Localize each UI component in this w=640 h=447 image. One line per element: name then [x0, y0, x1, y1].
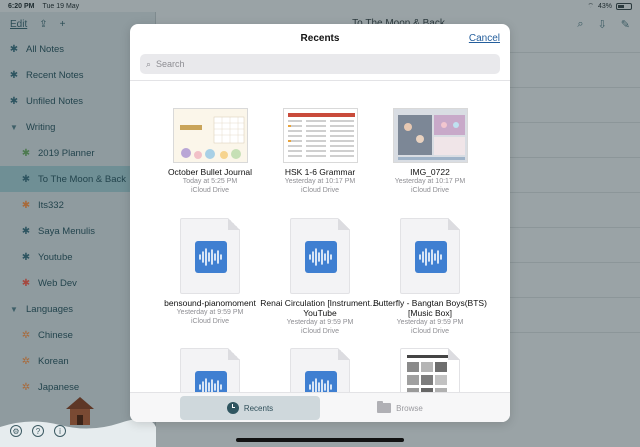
file-location: iCloud Drive — [410, 328, 450, 335]
file-item[interactable]: Butterfly - Bangtan Boys(BTS) [Music Box… — [370, 218, 490, 336]
file-location: iCloud Drive — [190, 318, 230, 325]
file-date: Yesterday at 9:59 PM — [286, 319, 354, 326]
wifi-icon: ⌔ — [587, 2, 594, 10]
divider — [507, 227, 640, 228]
edit-button[interactable]: Edit — [10, 19, 27, 30]
file-thumbnail — [180, 218, 240, 294]
file-item[interactable]: bensound-pianomoment Yesterday at 9:59 P… — [150, 218, 270, 326]
tab-recents[interactable]: Recents — [180, 396, 320, 420]
status-bar: 6:20 PM Tue 19 May ⌔ 43% — [0, 0, 640, 12]
gear-icon: ✲ — [21, 329, 31, 341]
file-date: Yesterday at 9:59 PM — [396, 319, 464, 326]
asterisk-icon: ✱ — [21, 147, 31, 159]
audio-waveform-icon — [305, 241, 337, 273]
file-name: IMG_0722 — [410, 167, 450, 177]
tab-browse-label: Browse — [396, 403, 423, 413]
file-date: Yesterday at 10:17 PM — [394, 178, 466, 185]
file-item[interactable]: HSK 1-6 Grammar Yesterday at 10:17 PM iC… — [260, 108, 380, 195]
asterisk-icon: ✱ — [9, 43, 19, 55]
status-time: 6:20 PM — [8, 2, 35, 10]
help-icon[interactable]: ? — [32, 425, 44, 437]
file-date: Today at 5:25 PM — [182, 178, 238, 185]
divider — [507, 297, 640, 298]
disclosure-caret-icon: ▼ — [10, 122, 18, 132]
file-item[interactable]: Renai Circulation [Instrument...- YouTub… — [260, 218, 380, 336]
file-thumbnail — [290, 348, 350, 396]
file-thumbnail — [290, 218, 350, 294]
file-item[interactable] — [370, 348, 490, 396]
asterisk-icon: ✱ — [21, 225, 31, 237]
recents-modal: Recents Cancel ⌕ Search October Bullet J… — [130, 24, 510, 422]
divider — [507, 157, 640, 158]
file-item[interactable]: IMG_0722 Yesterday at 10:17 PM iCloud Dr… — [370, 108, 490, 195]
disclosure-caret-icon: ▼ — [10, 304, 18, 314]
file-thumbnail — [400, 218, 460, 294]
file-date: Yesterday at 10:17 PM — [284, 178, 356, 185]
divider — [507, 52, 640, 53]
audio-waveform-icon — [415, 241, 447, 273]
recents-grid: October Bullet Journal Today at 5:25 PM … — [130, 108, 510, 396]
asterisk-icon: ✱ — [21, 199, 31, 211]
asterisk-icon: ✱ — [21, 277, 31, 289]
file-item[interactable]: October Bullet Journal Today at 5:25 PM … — [150, 108, 270, 195]
folder-icon — [377, 401, 392, 413]
divider — [507, 87, 640, 88]
battery-percent: 43% — [597, 2, 612, 10]
divider — [507, 192, 640, 193]
home-indicator[interactable] — [236, 438, 404, 442]
add-icon[interactable]: + — [60, 19, 66, 30]
battery-icon — [616, 2, 632, 10]
tab-recents-label: Recents — [243, 403, 274, 413]
file-thumbnail — [392, 108, 468, 163]
compose-icon[interactable]: ✎ — [621, 18, 630, 31]
cancel-button[interactable]: Cancel — [469, 33, 500, 44]
file-thumbnail — [282, 108, 358, 163]
divider — [507, 332, 640, 333]
gear-icon: ✲ — [21, 355, 31, 367]
file-name: October Bullet Journal — [167, 167, 253, 177]
asterisk-icon: ✱ — [9, 69, 19, 81]
file-name: Butterfly - Bangtan Boys(BTS) [Music Box… — [373, 298, 487, 318]
modal-header: Recents — [130, 24, 510, 52]
modal-title: Recents — [300, 32, 340, 44]
file-item[interactable] — [260, 348, 380, 396]
info-icon[interactable]: i — [54, 425, 66, 437]
sidebar-bottom-bar: ⚙ ? i — [0, 423, 156, 439]
asterisk-icon: ✱ — [21, 251, 31, 263]
asterisk-icon: ✱ — [9, 95, 19, 107]
file-thumbnail — [400, 348, 460, 396]
tab-browse[interactable]: Browse — [330, 396, 470, 420]
file-thumbnail — [172, 108, 248, 163]
file-item[interactable] — [150, 348, 270, 396]
file-location: iCloud Drive — [410, 187, 450, 194]
settings-icon[interactable]: ⚙ — [10, 425, 22, 437]
search-bar[interactable]: ⌕ — [140, 54, 500, 74]
clock-icon — [226, 402, 239, 414]
search-icon: ⌕ — [146, 58, 152, 69]
file-thumbnail — [180, 348, 240, 396]
file-name: HSK 1-6 Grammar — [284, 167, 356, 177]
main-toolbar: ⌕ ⇩ ✎ — [577, 18, 630, 31]
divider — [507, 122, 640, 123]
file-name: bensound-pianomoment — [164, 298, 256, 308]
status-date: Tue 19 May — [42, 2, 80, 10]
file-location: iCloud Drive — [300, 328, 340, 335]
file-date: Yesterday at 9:59 PM — [176, 309, 244, 316]
header-divider — [130, 80, 510, 81]
modal-tab-bar: Recents Browse — [130, 392, 510, 422]
file-location: iCloud Drive — [300, 187, 340, 194]
asterisk-icon: ✱ — [21, 173, 31, 185]
file-location: iCloud Drive — [190, 187, 230, 194]
search-icon[interactable]: ⌕ — [577, 18, 583, 31]
share-icon[interactable]: ⇪ — [39, 19, 47, 30]
audio-waveform-icon — [195, 241, 227, 273]
divider — [507, 262, 640, 263]
download-icon[interactable]: ⇩ — [598, 18, 607, 31]
search-input[interactable] — [156, 59, 477, 69]
file-name: Renai Circulation [Instrument...- YouTub… — [260, 298, 380, 318]
